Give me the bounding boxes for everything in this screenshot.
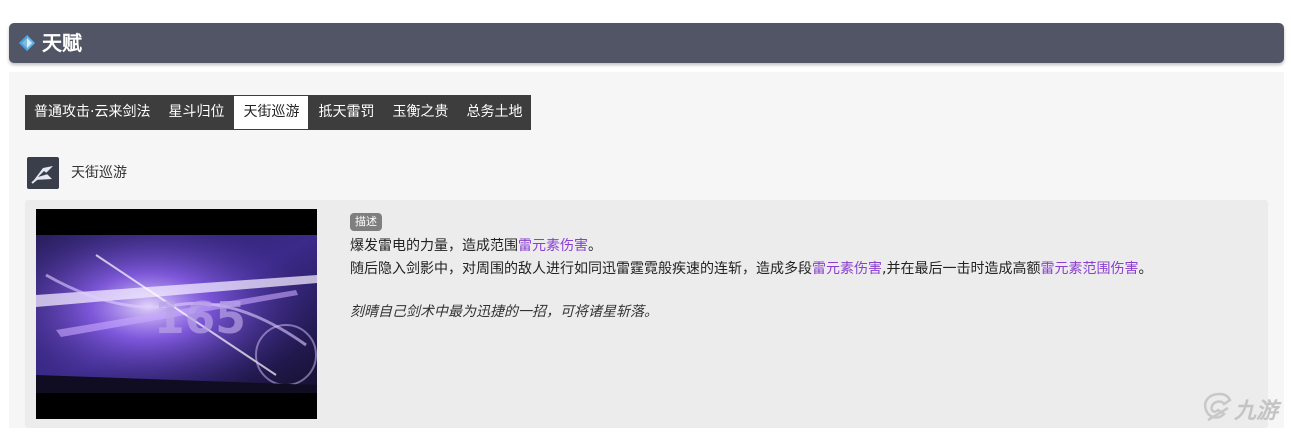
tab-starward-sword[interactable]: 天街巡游: [233, 95, 310, 130]
description-line-2: 随后隐入剑影中，对周围的敌人进行如同迅雷霆霓般疾速的连斩，造成多段雷元素伤害,并…: [350, 259, 1152, 279]
description-text: ,并在最后一击时造成高额: [882, 261, 1041, 277]
description-badge: 描述: [350, 213, 382, 231]
description-line-1: 爆发雷电的力量，造成范围雷元素伤害。: [350, 236, 602, 256]
skill-preview-video[interactable]: 165: [36, 209, 317, 419]
tab-aristocratic-dignity[interactable]: 玉衡之贵: [383, 95, 457, 130]
flavor-text: 刻晴自己剑术中最为迅捷的一招，可将诸星斩落。: [350, 304, 658, 320]
watermark-text: 九游: [1233, 399, 1282, 424]
keyword-electro-dmg: 雷元素伤害: [518, 238, 588, 254]
description-text: 。: [588, 238, 602, 254]
keyword-electro-dmg: 雷元素伤害: [812, 261, 882, 277]
section-title: 天赋: [42, 31, 82, 55]
video-frame-image: 165: [36, 235, 317, 393]
tab-normal-attack[interactable]: 普通攻击·云来剑法: [25, 95, 159, 130]
starward-sword-icon: [31, 166, 53, 184]
section-header: 天赋: [9, 23, 1284, 63]
video-number-overlay: 165: [154, 293, 246, 344]
tab-thundering-penance[interactable]: 抵天雷罚: [309, 95, 383, 130]
skill-name: 天街巡游: [71, 165, 127, 181]
tab-stellar-restoration[interactable]: 星斗归位: [159, 95, 233, 130]
keyword-electro-aoe-dmg: 雷元素范围伤害: [1040, 261, 1139, 277]
description-text: 随后隐入剑影中，对周围的敌人进行如同迅雷霆霓般疾速的连斩，造成多段: [350, 261, 812, 277]
talent-tabs: 普通攻击·云来剑法 星斗归位 天街巡游 抵天雷罚 玉衡之贵 总务土地: [25, 95, 532, 130]
jiuyou-logo-icon: 九游: [1203, 392, 1282, 424]
description-text: 爆发雷电的力量，造成范围: [350, 238, 518, 254]
description-text: 。: [1138, 261, 1153, 277]
site-watermark: 九游: [1198, 388, 1290, 428]
skill-icon: [27, 157, 59, 189]
diamond-icon: [19, 35, 35, 51]
tab-land-survey[interactable]: 总务土地: [457, 95, 531, 130]
